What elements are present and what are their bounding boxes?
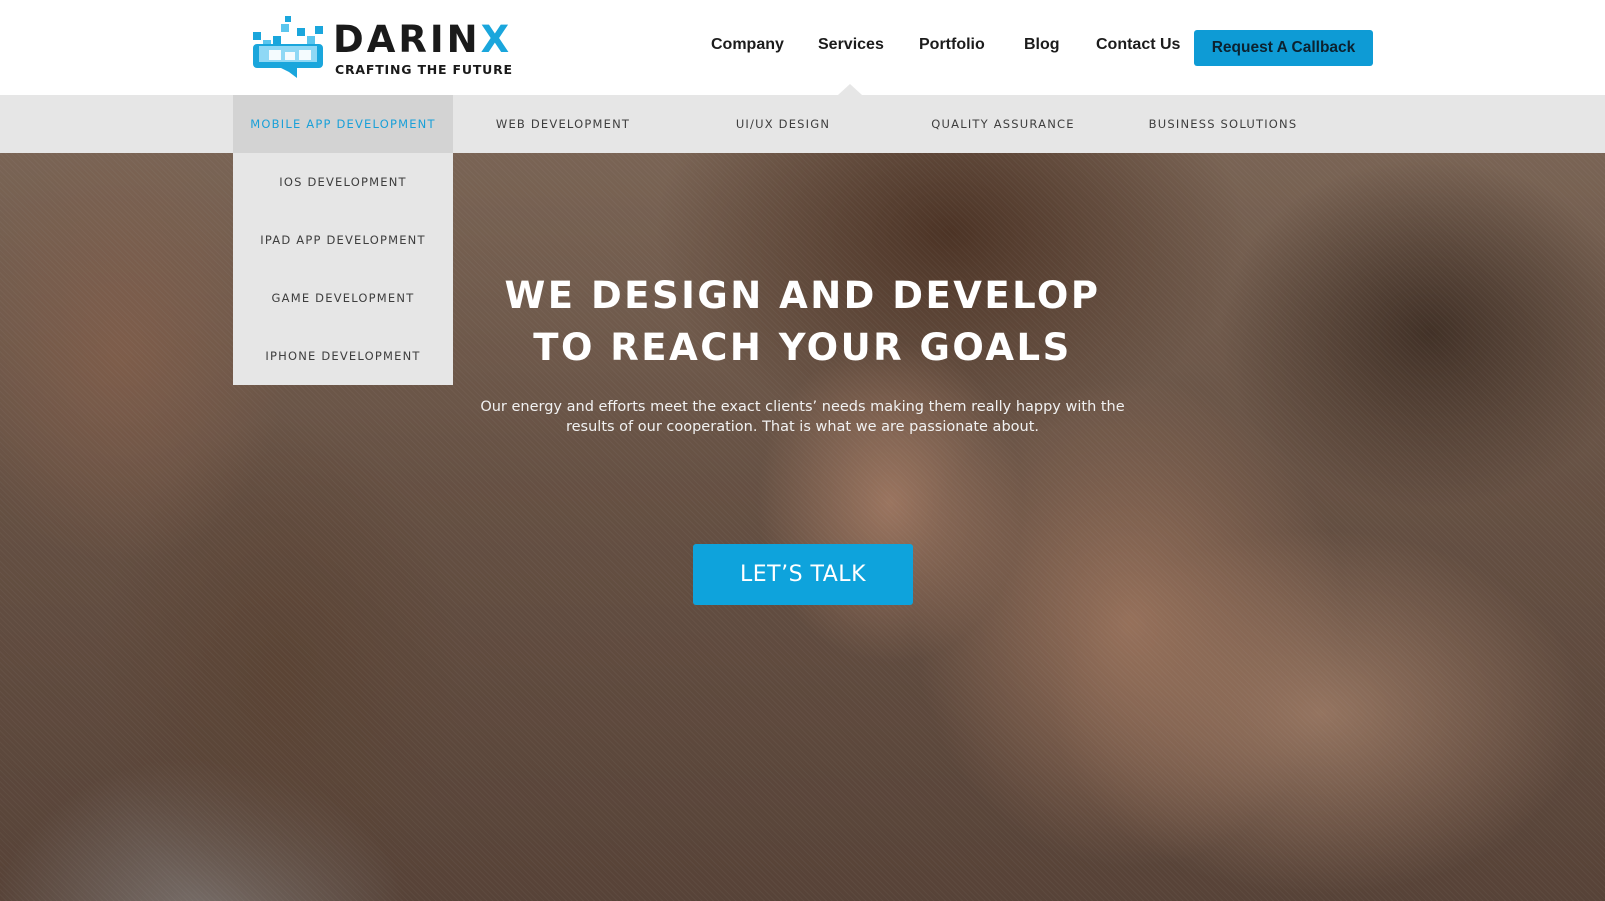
submenu-mobile-app-development[interactable]: MOBILE APP DEVELOPMENT [233, 95, 453, 153]
mobile-app-dropdown: IOS DEVELOPMENT IPAD APP DEVELOPMENT GAM… [233, 153, 453, 385]
nav-contact-us[interactable]: Contact Us [1096, 36, 1180, 54]
nav-blog[interactable]: Blog [1024, 36, 1060, 54]
nav-services[interactable]: Services [818, 36, 884, 54]
submenu-ui-ux-design[interactable]: UI/UX DESIGN [673, 95, 893, 153]
nav-company[interactable]: Company [711, 36, 784, 54]
hero-description: Our energy and efforts meet the exact cl… [480, 399, 1125, 435]
services-submenu: MOBILE APP DEVELOPMENT WEB DEVELOPMENT U… [0, 95, 1605, 153]
dropdown-iphone-development[interactable]: IPHONE DEVELOPMENT [233, 327, 453, 385]
hero-title-line-2: TO REACH YOUR GOALS [533, 326, 1072, 369]
submenu-web-development[interactable]: WEB DEVELOPMENT [453, 95, 673, 153]
dropdown-ios-development[interactable]: IOS DEVELOPMENT [233, 153, 453, 211]
submenu-quality-assurance[interactable]: QUALITY ASSURANCE [893, 95, 1113, 153]
dropdown-ipad-app-development[interactable]: IPAD APP DEVELOPMENT [233, 211, 453, 269]
brand-logo[interactable]: DARINX CRAFTING THE FUTURE [253, 14, 512, 82]
hero-title-line-1: WE DESIGN AND DEVELOP [504, 274, 1101, 317]
brand-tagline: CRAFTING THE FUTURE [335, 62, 513, 77]
hero-title: WE DESIGN AND DEVELOP TO REACH YOUR GOAL… [480, 270, 1125, 374]
castle-pixel-logo-icon [253, 16, 323, 78]
brand-name: DARINX [333, 18, 513, 61]
site-header: DARINX CRAFTING THE FUTURE Company Servi… [0, 0, 1605, 95]
lets-talk-button[interactable]: LET’S TALK [693, 544, 913, 605]
dropdown-game-development[interactable]: GAME DEVELOPMENT [233, 269, 453, 327]
submenu-business-solutions[interactable]: BUSINESS SOLUTIONS [1113, 95, 1333, 153]
request-callback-button[interactable]: Request A Callback [1194, 30, 1373, 66]
nav-portfolio[interactable]: Portfolio [919, 36, 985, 54]
active-nav-indicator [838, 84, 862, 95]
